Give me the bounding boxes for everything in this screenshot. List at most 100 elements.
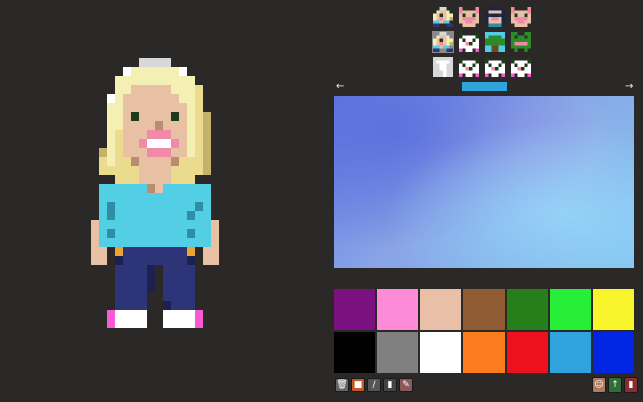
sprite-pixel[interactable] [107,112,115,121]
sprite-pixel[interactable] [195,310,203,319]
sprite-pixel[interactable] [147,256,155,265]
sprite-pixel[interactable] [123,256,131,265]
sprite-pixel[interactable] [195,319,203,328]
sprite-pixel[interactable] [123,319,131,328]
sprite-pixel[interactable] [179,301,187,310]
sprite-pixel[interactable] [163,166,171,175]
sprite-pixel[interactable] [91,220,99,229]
sprite-pixel[interactable] [139,292,147,301]
sprite-pixel[interactable] [115,121,123,130]
sprite-pixel[interactable] [163,148,171,157]
sprite-pixel[interactable] [115,301,123,310]
sprite-pixel[interactable] [115,157,123,166]
sprite-pixel[interactable] [147,121,155,130]
palette-swatch[interactable] [420,332,462,373]
sprite-pixel[interactable] [155,256,163,265]
palette-swatch[interactable] [549,289,591,330]
sprite-pixel[interactable] [163,130,171,139]
sprite-pixel[interactable] [171,256,179,265]
sprite-pixel[interactable] [99,247,107,256]
sprite-pixel[interactable] [171,319,179,328]
sprite-pixel[interactable] [179,283,187,292]
sprite-pixel[interactable] [179,247,187,256]
palette-swatch[interactable] [463,332,505,373]
sprite-pixel[interactable] [131,220,139,229]
sprite-pixel[interactable] [179,103,187,112]
sprite-pixel[interactable] [187,247,195,256]
sprite-pixel[interactable] [163,76,171,85]
sprite-pixel[interactable] [123,103,131,112]
sprite-pixel[interactable] [131,274,139,283]
sprite-pixel[interactable] [163,292,171,301]
sprite-pixel[interactable] [147,58,155,67]
sprite-pixel[interactable] [195,148,203,157]
sprite-pixel[interactable] [123,283,131,292]
sprite-pixel[interactable] [139,193,147,202]
sprite-pixel[interactable] [179,256,187,265]
sprite-pixel[interactable] [171,148,179,157]
sprite-pixel[interactable] [179,130,187,139]
sprite-pixel[interactable] [123,121,131,130]
sprite-pixel[interactable] [115,256,123,265]
sprite-pixel[interactable] [91,238,99,247]
sprite-pixel[interactable] [155,211,163,220]
sprite-pixel[interactable] [147,130,155,139]
background-preview[interactable] [334,96,634,268]
sprite-pixel[interactable] [147,265,155,274]
sprite-pixel[interactable] [107,157,115,166]
sprite-pixel[interactable] [139,175,147,184]
sprite-pixel[interactable] [99,193,107,202]
sprite-pixel[interactable] [187,121,195,130]
sprite-pixel[interactable] [131,265,139,274]
sprite-pixel[interactable] [163,283,171,292]
sprite-pixel[interactable] [115,247,123,256]
sprite-pixel[interactable] [187,184,195,193]
sprite-pixel[interactable] [211,256,219,265]
sprite-pixel[interactable] [123,211,131,220]
sprite-pixel[interactable] [155,175,163,184]
sprite-pixel[interactable] [171,193,179,202]
sprite-pixel[interactable] [203,121,211,130]
sprite-pixel[interactable] [187,139,195,148]
sprite-pixel[interactable] [115,274,123,283]
sprite-pixel[interactable] [131,166,139,175]
sprite-pixel[interactable] [171,220,179,229]
sprite-pixel[interactable] [115,130,123,139]
sprite-pixel[interactable] [179,220,187,229]
sprite-pixel[interactable] [187,103,195,112]
sprite-pixel[interactable] [179,229,187,238]
sprite-pixel[interactable] [187,310,195,319]
sprite-pixel[interactable] [195,238,203,247]
sprite-pixel[interactable] [139,148,147,157]
palette-swatch[interactable] [506,332,548,373]
sprite-pixel[interactable] [171,94,179,103]
sprite-pixel[interactable] [139,103,147,112]
palette-swatch[interactable] [506,289,548,330]
sprite-pixel[interactable] [131,85,139,94]
sprite-pixel[interactable] [195,121,203,130]
sprite-pixel[interactable] [203,256,211,265]
sprite-pixel[interactable] [139,256,147,265]
sprite-pixel[interactable] [171,265,179,274]
sprite-pixel[interactable] [147,184,155,193]
sprite-pixel[interactable] [131,310,139,319]
palette-swatch[interactable] [463,289,505,330]
sprite-pixel[interactable] [187,112,195,121]
sprite-pixel[interactable] [195,193,203,202]
sprite-pixel[interactable] [203,112,211,121]
previous-page-arrow[interactable]: ← [336,82,344,92]
sprite-pixel[interactable] [139,220,147,229]
trash-icon[interactable]: 🗑 [335,378,349,392]
sprite-pixel[interactable] [115,76,123,85]
sprite-pixel[interactable] [187,274,195,283]
sprite-pixel[interactable] [163,112,171,121]
sprite-pixel[interactable] [163,202,171,211]
sprite-pixel[interactable] [123,166,131,175]
sprite-pixel[interactable] [155,94,163,103]
sprite-pixel[interactable] [139,238,147,247]
sprite-pixel[interactable] [179,157,187,166]
sprite-pixel[interactable] [147,247,155,256]
sprite-pixel[interactable] [123,175,131,184]
sprite-pixel[interactable] [139,58,147,67]
sprite-pixel[interactable] [131,211,139,220]
